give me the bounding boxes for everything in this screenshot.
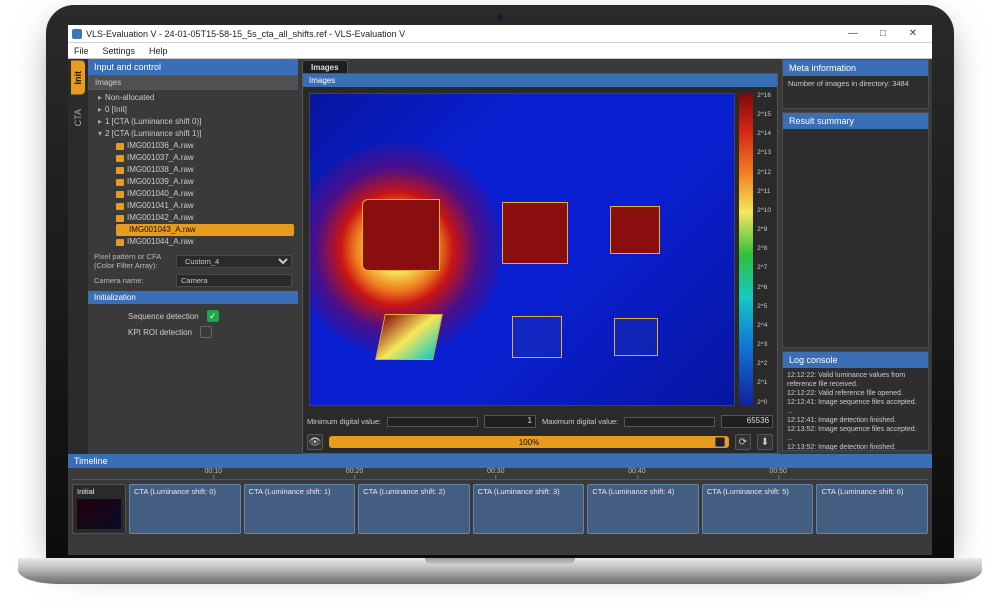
colorbar-ticks: 2^162^152^142^132^122^112^102^92^82^72^6… — [757, 93, 771, 406]
file-icon — [116, 191, 124, 198]
max-digital-value[interactable]: 65536 — [721, 415, 773, 428]
kpi-roi-checkbox[interactable] — [200, 326, 212, 338]
right-column: Meta information Number of images in dir… — [782, 59, 932, 454]
file-icon — [116, 167, 124, 174]
max-digital-slider[interactable] — [624, 417, 715, 427]
download-icon[interactable]: ⬇ — [757, 434, 773, 450]
log-header: Log console — [783, 352, 928, 368]
menu-file[interactable]: File — [74, 46, 89, 56]
menu-help[interactable]: Help — [149, 46, 168, 56]
minimize-button[interactable]: — — [838, 25, 868, 43]
timeline-clip[interactable]: Initial — [72, 484, 126, 534]
min-digital-value[interactable]: 1 — [484, 415, 536, 428]
laptop-frame: VLS-Evaluation V - 24-01-05T15-58-15_5s_… — [46, 5, 954, 560]
timeline-clip[interactable]: CTA (Luminance shift: 5) — [702, 484, 814, 534]
laptop-base — [18, 558, 982, 584]
screen: VLS-Evaluation V - 24-01-05T15-58-15_5s_… — [68, 25, 932, 555]
timeline-clip[interactable]: CTA (Luminance shift: 4) — [587, 484, 699, 534]
webcam — [497, 14, 504, 21]
min-digital-label: Minimum digital value: — [307, 417, 381, 426]
file-item[interactable]: IMG001044_A.raw — [116, 236, 294, 248]
window-title: VLS-Evaluation V - 24-01-05T15-58-15_5s_… — [86, 29, 405, 39]
center-panel: Images Images — [298, 59, 782, 454]
tree-init[interactable]: 0 [Init] — [105, 105, 127, 114]
result-header: Result summary — [783, 113, 928, 129]
maximize-button[interactable]: □ — [868, 25, 898, 43]
min-digital-slider[interactable] — [387, 417, 478, 427]
timeline-clip[interactable]: CTA (Luminance shift: 0) — [129, 484, 241, 534]
cfa-select[interactable]: Custom_4 — [176, 255, 292, 268]
sequence-detection-label: Sequence detection — [128, 312, 199, 321]
menu-bar: File Settings Help — [68, 43, 932, 59]
zoom-slider[interactable]: 100% — [329, 436, 729, 448]
images-subheader: Images — [88, 75, 298, 90]
timeline-clip[interactable]: CTA (Luminance shift: 2) — [358, 484, 470, 534]
file-icon — [118, 227, 126, 234]
file-icon — [116, 215, 124, 222]
reset-zoom-icon[interactable]: ⟳ — [735, 434, 751, 450]
timeline-clip[interactable]: CTA (Luminance shift: 3) — [473, 484, 585, 534]
file-icon — [116, 203, 124, 210]
tree-cta0[interactable]: 1 [CTA (Luminance shift 0)] — [105, 117, 201, 126]
menu-settings[interactable]: Settings — [103, 46, 136, 56]
file-item[interactable]: IMG001039_A.raw — [116, 176, 294, 188]
log-body[interactable]: 12:12:22: Valid luminance values from re… — [783, 368, 928, 450]
initialization-header: Initialization — [88, 291, 298, 304]
app-body: Init CTA Input and control Images ▸Non-a… — [68, 59, 932, 555]
file-icon — [116, 239, 124, 246]
images-tab[interactable]: Images — [302, 60, 348, 73]
heatmap-viewer[interactable] — [309, 93, 735, 406]
image-tree[interactable]: ▸Non-allocated ▸0 [Init] ▸1 [CTA (Lumina… — [88, 90, 298, 250]
left-panel: Input and control Images ▸Non-allocated … — [88, 59, 298, 454]
camera-input[interactable] — [176, 274, 292, 287]
file-icon — [116, 143, 124, 150]
file-item[interactable]: IMG001040_A.raw — [116, 188, 294, 200]
file-item[interactable]: IMG001042_A.raw — [116, 212, 294, 224]
app-icon — [72, 29, 82, 39]
file-icon — [116, 155, 124, 162]
side-tab-strip: Init CTA — [68, 59, 88, 454]
tree-cta1[interactable]: 2 [CTA (Luminance shift 1)] — [105, 129, 201, 138]
timeline-ruler[interactable]: 00:1000:2000:3000:4000:50 — [72, 468, 928, 480]
file-item[interactable]: IMG001036_A.raw — [116, 140, 294, 152]
sequence-detection-checkbox[interactable]: ✓ — [207, 310, 219, 322]
file-item[interactable]: IMG001038_A.raw — [116, 164, 294, 176]
window-titlebar: VLS-Evaluation V - 24-01-05T15-58-15_5s_… — [68, 25, 932, 43]
file-icon — [116, 179, 124, 186]
eye-icon[interactable]: 👁 — [307, 434, 323, 450]
side-tab-cta[interactable]: CTA — [71, 99, 85, 136]
input-control-header: Input and control — [88, 59, 298, 75]
file-item[interactable]: IMG001043_A.raw — [116, 224, 294, 236]
timeline: 00:1000:2000:3000:4000:50 InitialCTA (Lu… — [68, 468, 932, 540]
tree-non-allocated[interactable]: Non-allocated — [105, 93, 154, 102]
meta-header: Meta information — [783, 60, 928, 76]
file-item[interactable]: IMG001041_A.raw — [116, 200, 294, 212]
close-button[interactable]: ✕ — [898, 25, 928, 43]
result-body — [783, 129, 928, 161]
viewer-header: Images — [303, 74, 777, 87]
cfa-label: Pixel pattern or CFA (Color Filter Array… — [94, 252, 172, 270]
timeline-clips: InitialCTA (Luminance shift: 0)CTA (Lumi… — [72, 480, 928, 534]
timeline-header: Timeline — [68, 454, 932, 468]
max-digital-label: Maximum digital value: — [542, 417, 618, 426]
timeline-clip[interactable]: CTA (Luminance shift: 1) — [244, 484, 356, 534]
meta-body: Number of images in directory: 3484 — [783, 76, 928, 108]
timeline-clip[interactable]: CTA (Luminance shift: 6) — [816, 484, 928, 534]
file-item[interactable]: IMG001037_A.raw — [116, 152, 294, 164]
kpi-roi-label: KPI ROI detection — [128, 328, 192, 337]
colorbar — [739, 93, 753, 406]
side-tab-init[interactable]: Init — [71, 61, 85, 95]
camera-label: Camera name: — [94, 276, 172, 285]
